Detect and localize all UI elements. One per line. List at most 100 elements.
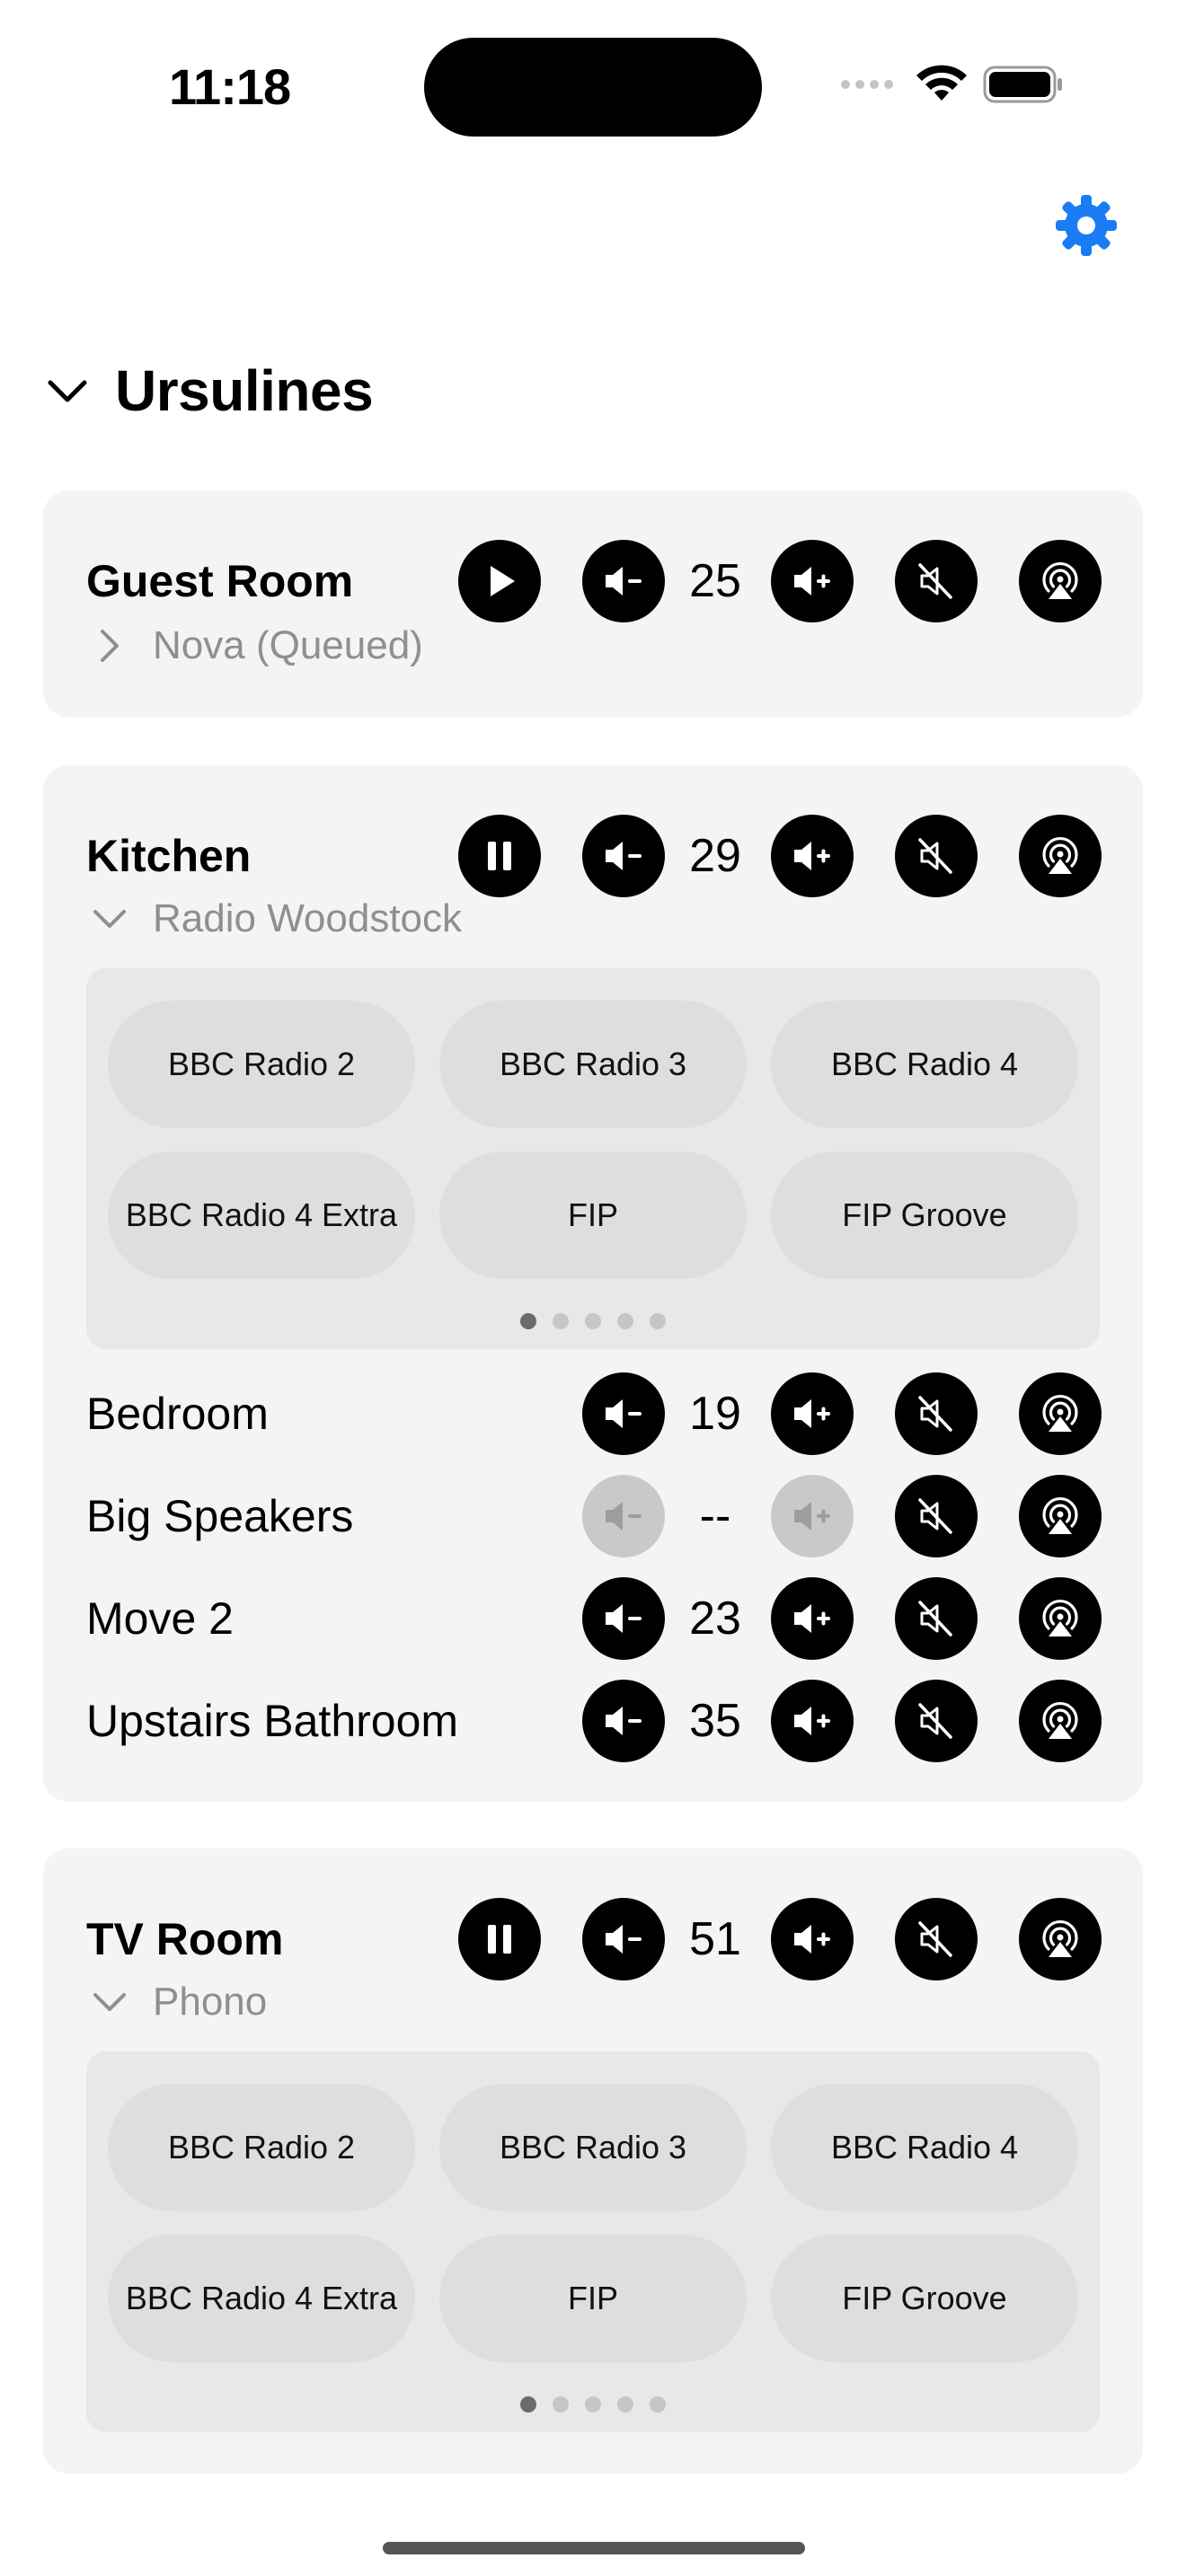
preset-button[interactable]: FIP Groove [771, 1151, 1078, 1279]
home-indicator[interactable] [383, 2542, 805, 2554]
speaker-plus-icon [794, 567, 830, 595]
preset-button[interactable]: BBC Radio 4 Extra [108, 1151, 415, 1279]
mute-button[interactable] [895, 540, 978, 622]
now-playing-toggle[interactable]: Phono [90, 1980, 267, 2025]
speaker-muted-icon [918, 1396, 952, 1432]
page-indicator[interactable] [86, 2396, 1100, 2413]
volume-down-button[interactable] [582, 1898, 665, 1981]
section-header-ursulines[interactable]: Ursulines [45, 357, 374, 424]
preset-button[interactable]: BBC Radio 4 Extra [108, 2235, 415, 2362]
page-dot[interactable] [617, 2396, 633, 2413]
speaker-muted-icon [918, 1498, 952, 1534]
airplay-button[interactable] [1019, 1372, 1102, 1455]
page-dot[interactable] [617, 1313, 633, 1329]
volume-up-button[interactable] [771, 540, 854, 622]
settings-button[interactable] [1053, 192, 1120, 259]
speaker-minus-icon [606, 1502, 642, 1531]
chevron-down-icon [93, 1993, 126, 2011]
mute-button[interactable] [895, 1475, 978, 1557]
airplay-audio-icon [1042, 1394, 1078, 1432]
airplay-button[interactable] [1019, 1680, 1102, 1762]
preset-button[interactable]: FIP [439, 1151, 747, 1279]
volume-up-button[interactable] [771, 1577, 854, 1660]
page-dot[interactable] [650, 1313, 666, 1329]
volume-up-button[interactable] [771, 1680, 854, 1762]
preset-button[interactable]: BBC Radio 4 [771, 1001, 1078, 1128]
speaker-plus-icon [794, 1707, 830, 1735]
play-button[interactable] [458, 540, 541, 622]
speaker-name: Move 2 [86, 1593, 234, 1644]
page-dot[interactable] [520, 2396, 536, 2413]
speaker-name: Bedroom [86, 1389, 269, 1439]
pause-button[interactable] [458, 815, 541, 897]
room-controls-tv-room: TV Room 51 [43, 1898, 1143, 1981]
preset-button[interactable]: BBC Radio 2 [108, 1001, 415, 1128]
airplay-audio-icon [1042, 561, 1078, 599]
now-playing-toggle[interactable]: Nova (Queued) [90, 623, 423, 668]
pause-icon [488, 842, 511, 870]
mute-button[interactable] [895, 1898, 978, 1981]
preset-button[interactable]: FIP Groove [771, 2235, 1078, 2362]
room-card-kitchen: Kitchen 29 Radio Woodstock BBC Radio 2 B… [43, 765, 1143, 1802]
room-card-tv-room: TV Room 51 Phono BBC Radio 2 BBC Radio 3… [43, 1848, 1143, 2474]
airplay-button[interactable] [1019, 1475, 1102, 1557]
volume-down-button[interactable] [582, 1680, 665, 1762]
page-indicator[interactable] [86, 1313, 1100, 1329]
page-dot[interactable] [520, 1313, 536, 1329]
preset-panel: BBC Radio 2 BBC Radio 3 BBC Radio 4 BBC … [86, 968, 1100, 1349]
mute-button[interactable] [895, 1372, 978, 1455]
chevron-down-icon [48, 380, 87, 402]
volume-value: 23 [689, 1592, 741, 1645]
volume-value: -- [699, 1490, 731, 1542]
mute-button[interactable] [895, 1680, 978, 1762]
now-playing-toggle[interactable]: Radio Woodstock [90, 896, 462, 941]
speaker-muted-icon [918, 1921, 952, 1957]
page-dot[interactable] [650, 2396, 666, 2413]
page-dot[interactable] [553, 1313, 569, 1329]
room-card-guest-room: Guest Room 25 Nova (Queued) [43, 490, 1143, 717]
speaker-plus-icon [794, 1399, 830, 1428]
mute-button[interactable] [895, 1577, 978, 1660]
app-screen: 11:18 Ursulines Guest Room 25 Nova (Queu… [0, 0, 1186, 2576]
room-name: Guest Room [86, 556, 354, 606]
page-dot[interactable] [553, 2396, 569, 2413]
pause-button[interactable] [458, 1898, 541, 1981]
preset-button[interactable]: BBC Radio 2 [108, 2084, 415, 2211]
airplay-audio-icon [1042, 836, 1078, 874]
preset-button[interactable]: BBC Radio 3 [439, 1001, 747, 1128]
speaker-muted-icon [918, 563, 952, 599]
volume-down-button[interactable] [582, 1372, 665, 1455]
speaker-row-move-2: Move 2 23 [43, 1577, 1143, 1660]
speaker-plus-icon [794, 1604, 830, 1633]
volume-down-button[interactable] [582, 815, 665, 897]
volume-up-button[interactable] [771, 1475, 854, 1557]
airplay-button[interactable] [1019, 540, 1102, 622]
preset-button[interactable]: BBC Radio 4 [771, 2084, 1078, 2211]
volume-up-button[interactable] [771, 1898, 854, 1981]
speaker-minus-icon [606, 1925, 642, 1954]
battery-icon [983, 66, 1062, 103]
status-icons [841, 65, 1064, 104]
gear-icon [1056, 195, 1117, 256]
volume-down-button[interactable] [582, 540, 665, 622]
dynamic-island [424, 38, 762, 137]
airplay-button[interactable] [1019, 1898, 1102, 1981]
volume-up-button[interactable] [771, 815, 854, 897]
volume-value: 25 [689, 555, 741, 607]
airplay-button[interactable] [1019, 815, 1102, 897]
airplay-audio-icon [1042, 1701, 1078, 1739]
speaker-row-big-speakers: Big Speakers -- [43, 1475, 1143, 1557]
mute-button[interactable] [895, 815, 978, 897]
page-dot[interactable] [585, 1313, 601, 1329]
page-dot[interactable] [585, 2396, 601, 2413]
preset-button[interactable]: BBC Radio 3 [439, 2084, 747, 2211]
preset-button[interactable]: FIP [439, 2235, 747, 2362]
airplay-audio-icon [1042, 1496, 1078, 1534]
speaker-name: Big Speakers [86, 1491, 354, 1541]
speaker-minus-icon [606, 1399, 642, 1428]
airplay-button[interactable] [1019, 1577, 1102, 1660]
volume-down-button[interactable] [582, 1475, 665, 1557]
room-controls-kitchen: Kitchen 29 [43, 815, 1143, 897]
volume-up-button[interactable] [771, 1372, 854, 1455]
volume-down-button[interactable] [582, 1577, 665, 1660]
